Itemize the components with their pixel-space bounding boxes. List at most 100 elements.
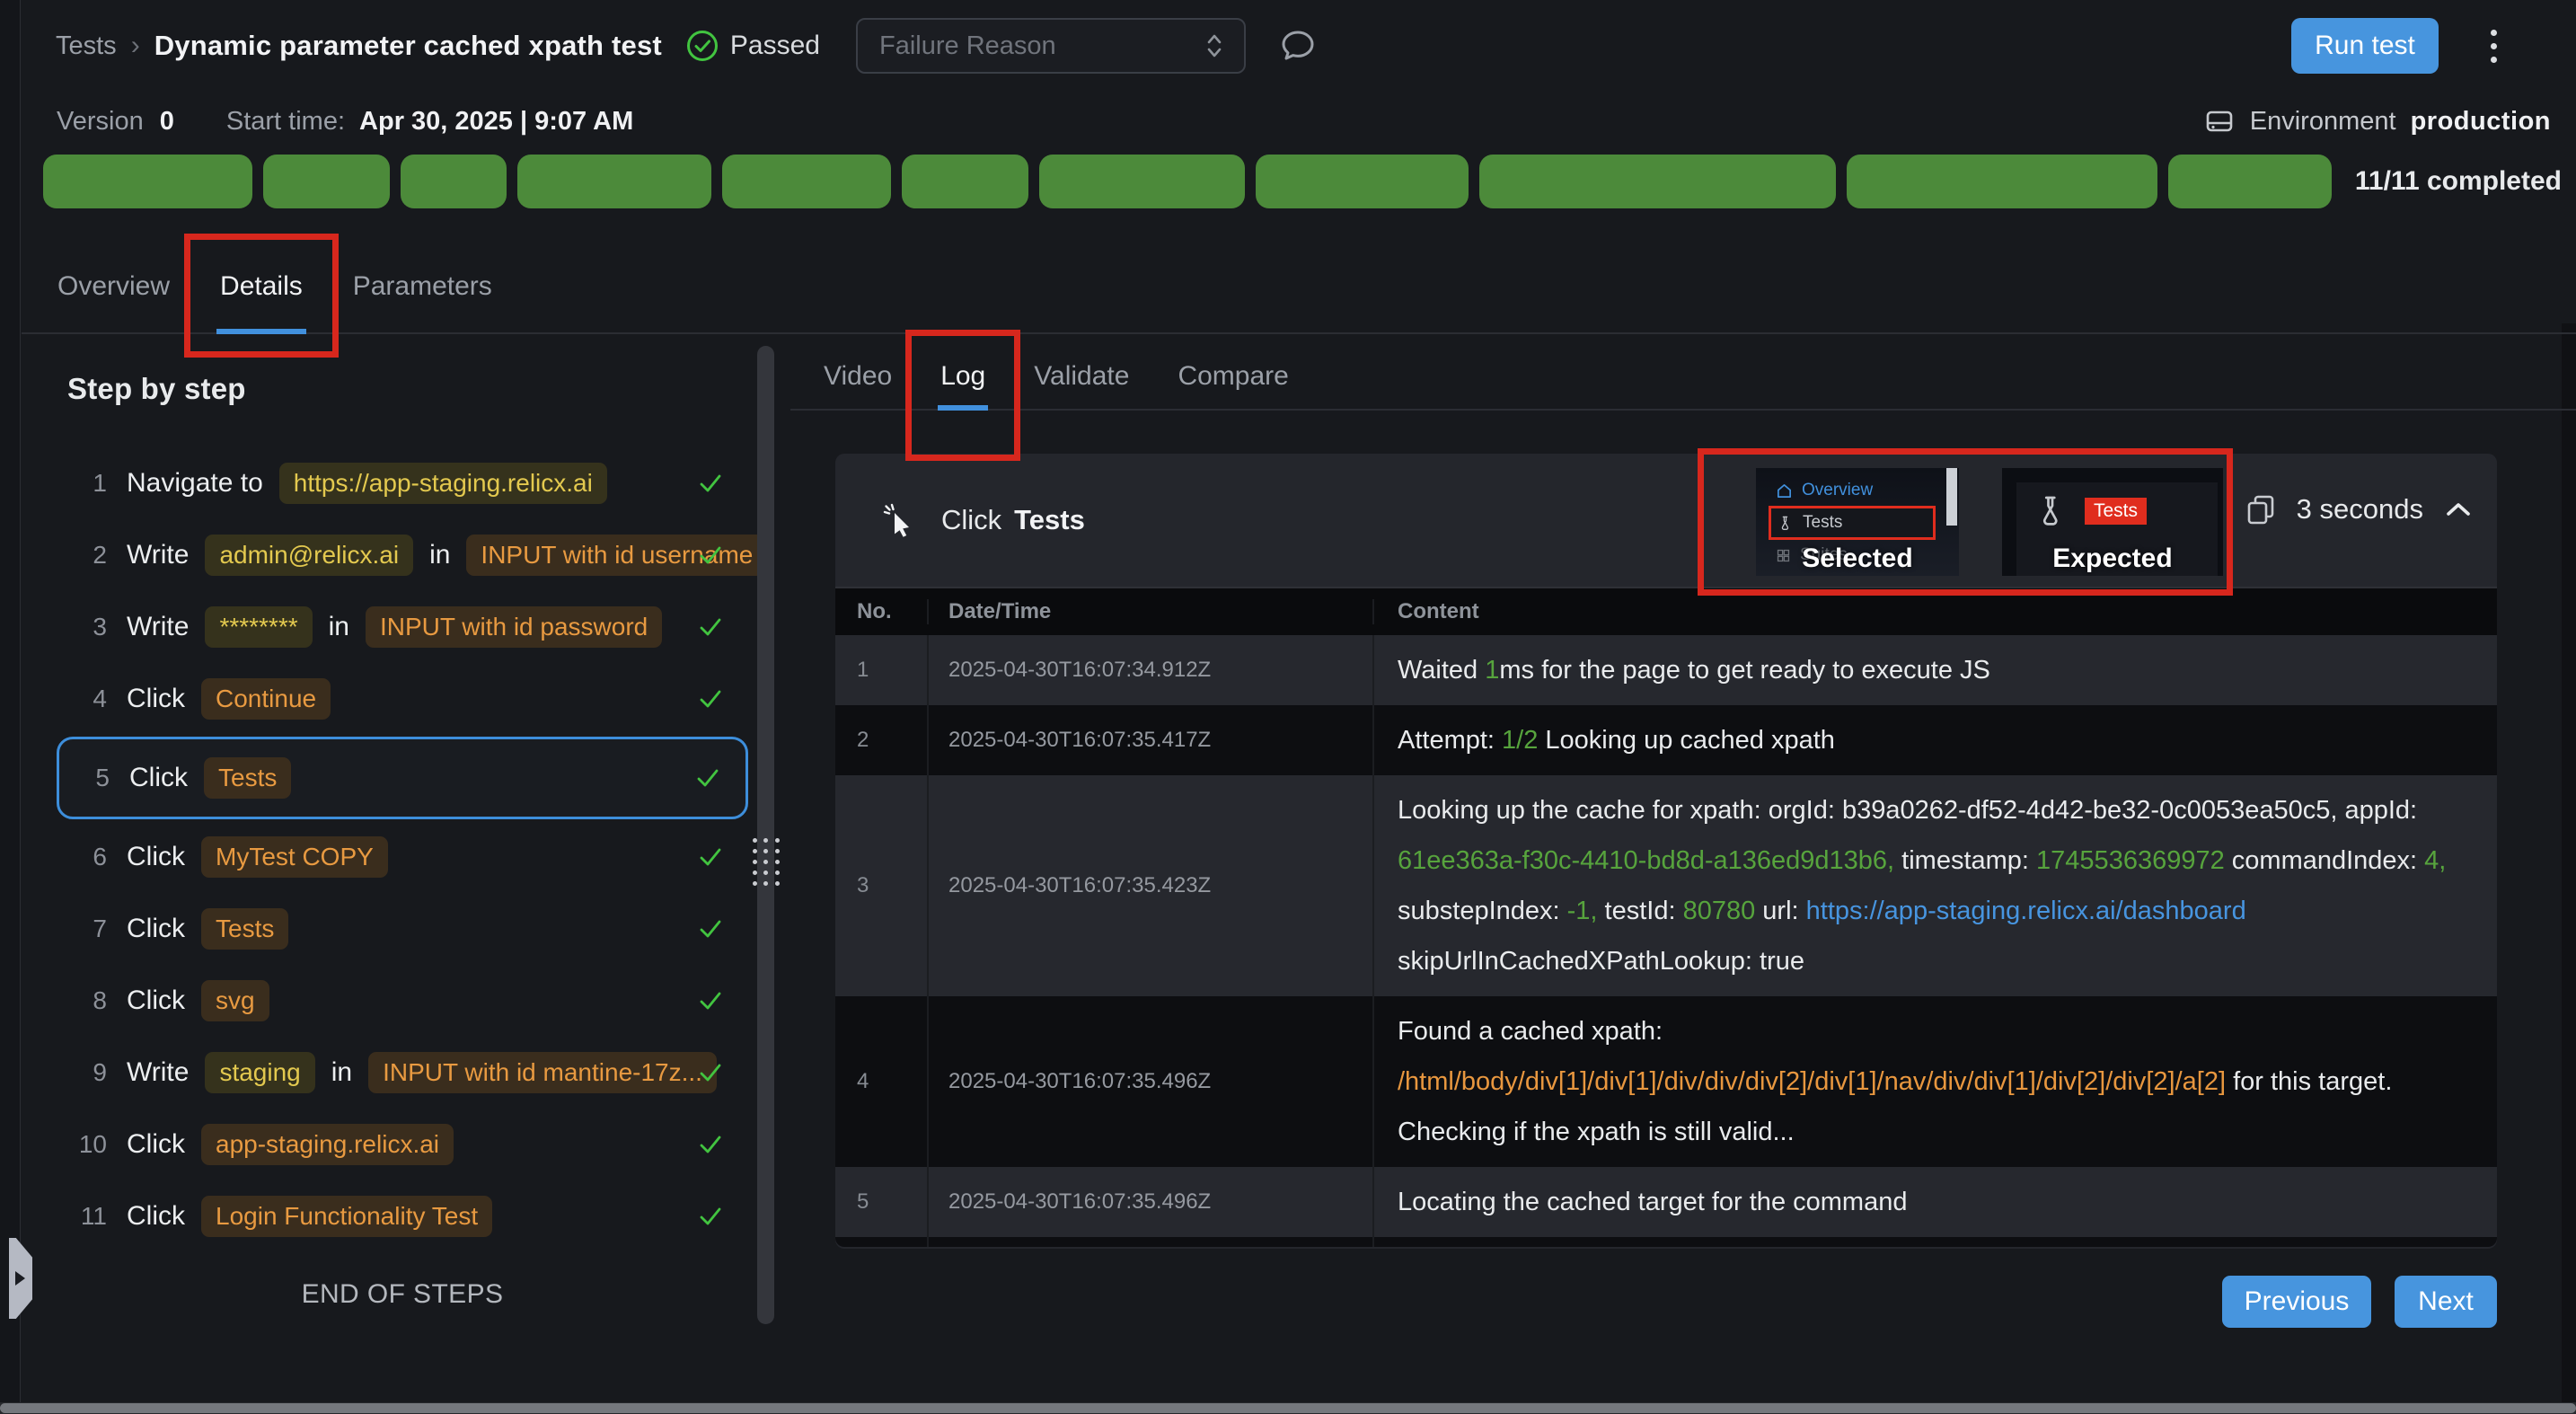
tab-details[interactable]: Details bbox=[195, 241, 328, 332]
thumbnail-sidebar: OverviewTestsSuites bbox=[1769, 475, 1936, 570]
failure-reason-select[interactable]: Failure Reason bbox=[856, 18, 1246, 74]
step-row[interactable]: 9WritestaginginINPUT with id mantine-17z… bbox=[57, 1037, 748, 1109]
step-row[interactable]: 2Writeadmin@relicx.aiinINPUT with id use… bbox=[57, 519, 748, 591]
step-row[interactable]: 1Navigate tohttps://app-staging.relicx.a… bbox=[57, 447, 748, 519]
step-row[interactable]: 10Clickapp-staging.relicx.ai bbox=[57, 1109, 748, 1180]
version-value: 0 bbox=[160, 107, 174, 137]
home-icon bbox=[1776, 482, 1793, 499]
log-row-number: 5 bbox=[835, 1167, 929, 1237]
detail-tab-label: Validate bbox=[1034, 361, 1129, 392]
thumbnail-sidebar-item: Suites bbox=[1769, 540, 1936, 570]
horizontal-scrollbar-thumb[interactable] bbox=[0, 1403, 2576, 1413]
step-row[interactable]: 8Clicksvg bbox=[57, 965, 748, 1037]
step-number: 2 bbox=[69, 541, 107, 570]
step-row[interactable]: 5ClickTests bbox=[57, 737, 748, 819]
end-of-steps-label: END OF STEPS bbox=[57, 1279, 748, 1310]
detail-tab-validate[interactable]: Validate bbox=[1010, 344, 1153, 409]
start-time-value: Apr 30, 2025 | 9:07 AM bbox=[359, 107, 633, 137]
failure-reason-placeholder: Failure Reason bbox=[879, 31, 1056, 61]
step-row[interactable]: 7ClickTests bbox=[57, 893, 748, 965]
chevron-up-icon[interactable] bbox=[2443, 499, 2474, 520]
progress-segment-2[interactable] bbox=[263, 155, 390, 208]
header: Tests › Dynamic parameter cached xpath t… bbox=[22, 0, 2576, 92]
step-number: 1 bbox=[69, 469, 107, 498]
step-action: Click bbox=[127, 1129, 185, 1160]
log-row: 52025-04-30T16:07:35.496ZLocating the ca… bbox=[835, 1167, 2497, 1237]
expected-target-text: Tests bbox=[2085, 498, 2147, 525]
step-value-badge: https://app-staging.relicx.ai bbox=[279, 463, 607, 504]
panel-resize-handle[interactable] bbox=[753, 838, 780, 886]
step-action: Click bbox=[127, 985, 185, 1016]
step-number: 4 bbox=[69, 685, 107, 713]
progress-segment-7[interactable] bbox=[1039, 155, 1245, 208]
steps-scrollbar[interactable] bbox=[757, 346, 774, 1324]
step-value-badge: staging bbox=[205, 1052, 314, 1093]
panel-expander[interactable] bbox=[9, 1238, 32, 1319]
steps-heading: Step by step bbox=[67, 372, 757, 406]
comment-icon[interactable] bbox=[1278, 26, 1318, 66]
log-card: Click Tests OverviewTestsSuites Selected bbox=[835, 454, 2497, 1249]
step-action: Write bbox=[127, 540, 189, 570]
log-row-time: 2025-04-30T16:07:35.496Z bbox=[929, 1167, 1374, 1237]
step-action: Click bbox=[127, 842, 185, 872]
step-row[interactable]: 6ClickMyTest COPY bbox=[57, 821, 748, 893]
log-column-header: Date/Time bbox=[929, 599, 1374, 624]
step-row[interactable]: 3Write********inINPUT with id password bbox=[57, 591, 748, 663]
progress-segment-11[interactable] bbox=[2168, 155, 2332, 208]
step-target-badge: Continue bbox=[201, 678, 331, 720]
tab-label: Details bbox=[220, 271, 303, 302]
step-number: 10 bbox=[69, 1130, 107, 1159]
tab-overview[interactable]: Overview bbox=[32, 241, 195, 332]
progress-segment-3[interactable] bbox=[401, 155, 507, 208]
expected-thumbnail[interactable]: Tests Expected bbox=[2002, 468, 2223, 576]
copy-icon[interactable] bbox=[2245, 493, 2277, 526]
status-badge: Passed bbox=[685, 29, 820, 63]
run-test-button[interactable]: Run test bbox=[2291, 18, 2439, 74]
thumbnail-sidebar-label: Suites bbox=[1800, 545, 1848, 565]
step-value-badge: ******** bbox=[205, 606, 312, 648]
flask-icon bbox=[1778, 515, 1794, 532]
right-gutter bbox=[2562, 323, 2576, 1414]
progress-segment-10[interactable] bbox=[1847, 155, 2157, 208]
detail-tab-log[interactable]: Log bbox=[916, 344, 1010, 409]
check-icon bbox=[696, 986, 725, 1015]
progress-segment-6[interactable] bbox=[902, 155, 1028, 208]
cursor-click-icon bbox=[882, 502, 918, 538]
more-menu-icon[interactable] bbox=[2485, 24, 2502, 68]
selected-label: Selected bbox=[1756, 544, 1959, 574]
active-tab-underline bbox=[216, 329, 306, 334]
steps-list: 1Navigate tohttps://app-staging.relicx.a… bbox=[57, 447, 757, 1252]
progress-segment-8[interactable] bbox=[1256, 155, 1469, 208]
progress-segment-4[interactable] bbox=[517, 155, 710, 208]
log-row-number: 3 bbox=[835, 775, 929, 996]
tab-parameters[interactable]: Parameters bbox=[328, 241, 517, 332]
progress-segment-1[interactable] bbox=[43, 155, 252, 208]
step-row[interactable]: 4 Click Continue bbox=[57, 663, 748, 735]
step-row[interactable]: 11ClickLogin Functionality Test bbox=[57, 1180, 748, 1252]
thumbnail-scrollbar bbox=[1946, 468, 1957, 526]
detail-tab-compare[interactable]: Compare bbox=[1153, 344, 1312, 409]
next-button[interactable]: Next bbox=[2395, 1276, 2497, 1328]
progress-segment-5[interactable] bbox=[722, 155, 891, 208]
annotation-box-log bbox=[905, 330, 1020, 461]
detail-tab-video[interactable]: Video bbox=[799, 344, 916, 409]
step-action: Click bbox=[129, 763, 188, 793]
command-action: Click bbox=[941, 504, 1001, 536]
step-action: Click bbox=[127, 684, 185, 714]
log-row-content: Attempt: 1/2 Looking up cached xpath bbox=[1374, 705, 2497, 775]
progress-bar: 11/11 completed bbox=[43, 155, 2562, 208]
thumbnail-sidebar-item: Tests bbox=[1769, 506, 1936, 540]
left-rail bbox=[0, 0, 21, 1414]
previous-button[interactable]: Previous bbox=[2222, 1276, 2371, 1328]
log-row-content: Locating the cached target for the comma… bbox=[1374, 1167, 2497, 1237]
progress-segment-9[interactable] bbox=[1479, 155, 1836, 208]
step-action: Click bbox=[127, 1201, 185, 1232]
horizontal-scrollbar[interactable] bbox=[0, 1402, 2576, 1414]
selected-thumbnail[interactable]: OverviewTestsSuites Selected bbox=[1756, 468, 1959, 576]
log-row-time: 2025-04-30T16:07:35.496Z bbox=[929, 1237, 1374, 1247]
pager: Previous Next bbox=[835, 1276, 2497, 1328]
log-card-header: Click Tests OverviewTestsSuites Selected bbox=[835, 454, 2497, 588]
step-target-badge: Tests bbox=[204, 757, 291, 799]
breadcrumb[interactable]: Tests bbox=[56, 31, 117, 61]
log-row-time: 2025-04-30T16:07:35.423Z bbox=[929, 775, 1374, 996]
